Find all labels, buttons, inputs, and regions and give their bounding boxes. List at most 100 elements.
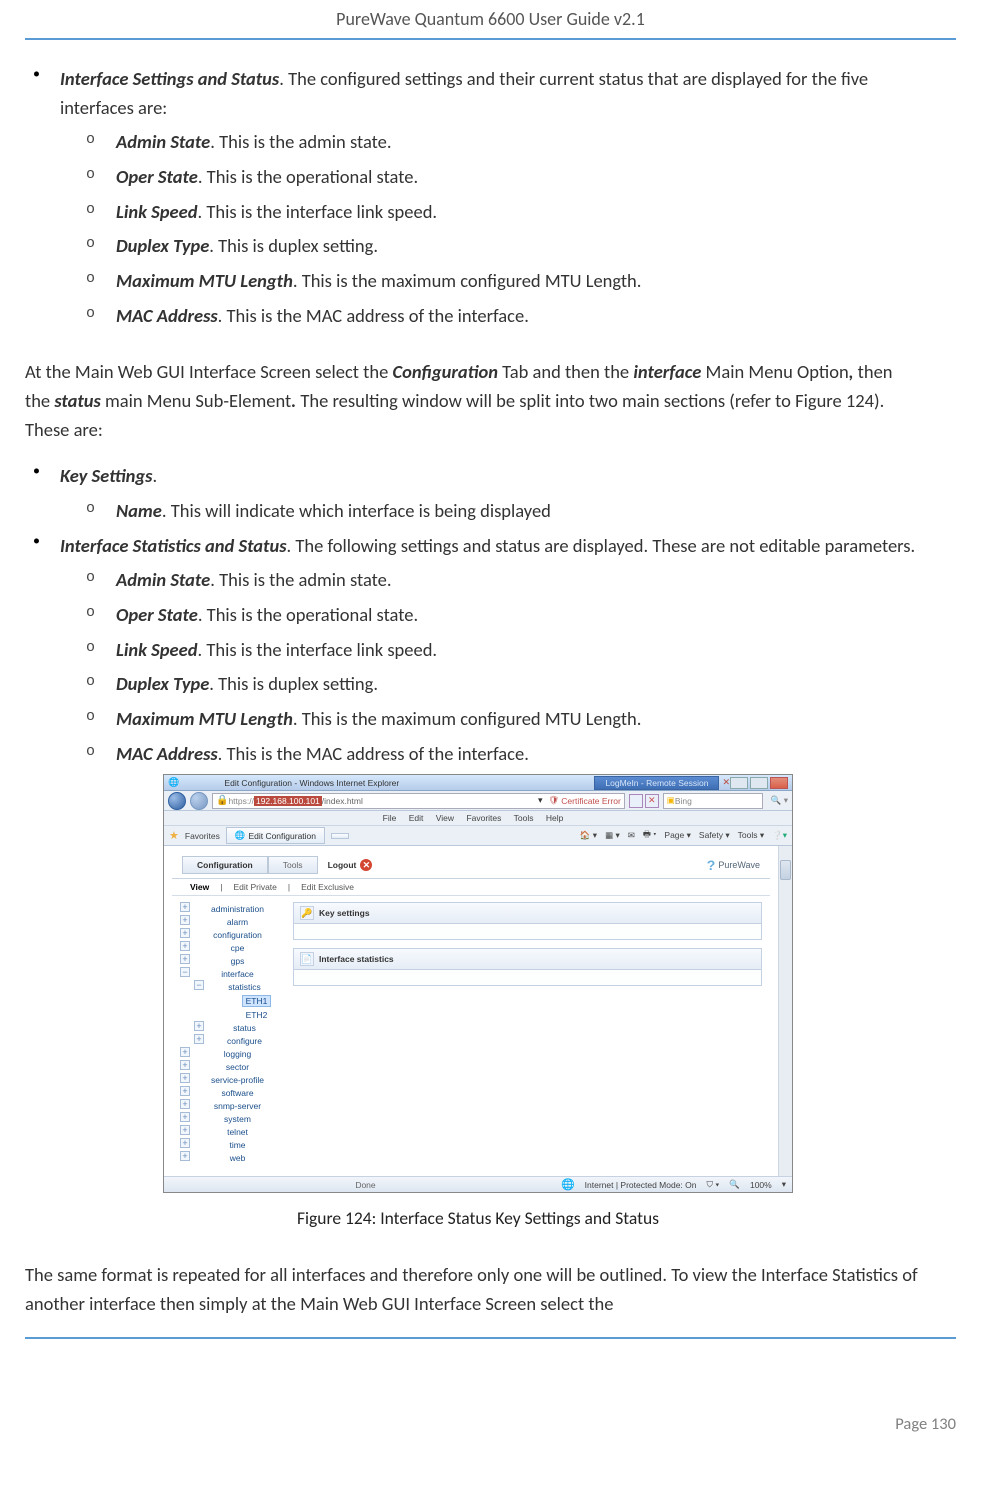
new-tab-button[interactable]	[331, 833, 349, 839]
status-right-group: ⛉ ▾ 🔍 100% ▾	[706, 1179, 786, 1190]
safety-menu[interactable]: Safety ▾	[699, 830, 730, 841]
tree-status[interactable]: status	[194, 1021, 285, 1034]
term: MAC Address	[116, 742, 218, 765]
tab-configuration[interactable]: Configuration	[182, 856, 268, 874]
tree-time[interactable]: time	[180, 1138, 285, 1151]
help-badge-icon[interactable]: ?	[707, 857, 716, 873]
menu-tools[interactable]: Tools	[514, 813, 534, 823]
tree-software[interactable]: software	[180, 1086, 285, 1099]
search-icon[interactable]: 🔍 ▾	[771, 795, 788, 806]
list-item: Key Settings.	[60, 462, 931, 491]
menu-favorites[interactable]: Favorites	[466, 813, 501, 823]
tools-menu[interactable]: Tools ▾	[738, 830, 764, 841]
cert-error-badge[interactable]: 🛡Certificate Error	[548, 795, 620, 806]
term: Duplex Type	[116, 672, 209, 695]
feed-icon[interactable]: ▦ ▾	[605, 830, 620, 841]
globe-icon: 🌐	[561, 1178, 575, 1191]
tree-snmp-server[interactable]: snmp-server	[180, 1099, 285, 1112]
tree-interface[interactable]: interface	[180, 967, 285, 980]
forward-button[interactable]	[190, 792, 208, 810]
minimize-button[interactable]	[730, 777, 748, 789]
print-icon[interactable]: 🖶 ▾	[643, 829, 657, 843]
browser-tab[interactable]: 🌐 Edit Configuration	[226, 827, 325, 844]
help-icon[interactable]: ❔▾	[772, 830, 787, 841]
back-button[interactable]	[168, 792, 186, 810]
menu-edit[interactable]: Edit	[409, 813, 424, 823]
subtab-edit-exclusive[interactable]: Edit Exclusive	[297, 882, 358, 892]
zoom-icon[interactable]: 🔍	[729, 1179, 740, 1190]
panel-interface-statistics: 📄 Interface statistics	[293, 948, 762, 986]
app-top-bar: Configuration Tools Logout ✕ ? PureWave	[172, 852, 770, 879]
tree-service-profile[interactable]: service-profile	[180, 1073, 285, 1086]
term: interface	[633, 360, 701, 383]
desc: . This is the maximum configured MTU Len…	[293, 269, 642, 292]
tab-icon: 🌐	[235, 830, 246, 841]
tree-alarm[interactable]: alarm	[180, 915, 285, 928]
panel-header[interactable]: 📄 Interface statistics	[293, 948, 762, 970]
tree-system[interactable]: system	[180, 1112, 285, 1125]
term: Interface Statistics and Status	[60, 534, 287, 557]
page-number: Page 130	[895, 1414, 956, 1434]
figure-ref: Figure 124	[795, 389, 874, 412]
tree-web[interactable]: web	[180, 1151, 285, 1164]
key-icon: 🔑	[300, 906, 314, 920]
cert-text: Certificate Error	[561, 796, 621, 806]
stop-button[interactable]: ✕	[645, 794, 659, 808]
trailing-paragraph: The same format is repeated for all inte…	[25, 1261, 931, 1318]
browser-menu-bar: File Edit View Favorites Tools Help	[164, 811, 792, 826]
sub-list: Admin State. This is the admin state. Op…	[60, 566, 931, 768]
search-box[interactable]: ▣ Bing	[663, 793, 763, 809]
term: status	[54, 389, 100, 412]
doc-title: PureWave Quantum 6600 User Guide v2.1	[336, 8, 645, 30]
tree-sector[interactable]: sector	[180, 1060, 285, 1073]
panel-header[interactable]: 🔑 Key settings	[293, 902, 762, 924]
tree-configure[interactable]: configure	[194, 1034, 285, 1047]
tree-administration[interactable]: administration	[180, 902, 285, 915]
close-button[interactable]	[770, 777, 788, 789]
figure-container: 🌐 Edit Configuration - Windows Internet …	[25, 774, 931, 1229]
subtab-edit-private[interactable]: Edit Private	[229, 882, 280, 892]
tree-eth1[interactable]: ETH1	[218, 993, 285, 1008]
txt: main Menu Sub-Element	[101, 389, 291, 412]
tree-cpe[interactable]: cpe	[180, 941, 285, 954]
zoom-dropdown-icon[interactable]: ▾	[782, 1179, 786, 1190]
home-icon[interactable]: 🏠 ▾	[580, 830, 597, 841]
tab-tools[interactable]: Tools	[268, 856, 318, 874]
tree-gps[interactable]: gps	[180, 954, 285, 967]
tree-logging[interactable]: logging	[180, 1047, 285, 1060]
middle-paragraph: At the Main Web GUI Interface Screen sel…	[25, 358, 931, 444]
term: Link Speed	[116, 638, 198, 661]
term: Admin State	[116, 568, 210, 591]
favorites-star-icon[interactable]: ★	[169, 829, 179, 842]
tree-telnet[interactable]: telnet	[180, 1125, 285, 1138]
term: Name	[116, 499, 162, 522]
status-protected-mode: Internet | Protected Mode: On	[585, 1180, 697, 1190]
tree-configuration[interactable]: configuration	[180, 928, 285, 941]
desc: . This is the admin state.	[210, 130, 391, 153]
term: MAC Address	[116, 304, 218, 327]
logout-button[interactable]: Logout ✕	[318, 856, 383, 874]
menu-help[interactable]: Help	[546, 813, 563, 823]
search-provider: Bing	[675, 796, 692, 806]
mail-icon[interactable]: ✉	[628, 830, 635, 841]
url-scheme: https://	[228, 796, 254, 806]
figure-screenshot: 🌐 Edit Configuration - Windows Internet …	[163, 774, 793, 1193]
menu-file[interactable]: File	[383, 813, 397, 823]
subtab-view[interactable]: View	[186, 882, 213, 892]
maximize-button[interactable]	[750, 777, 768, 789]
scrollbar-thumb[interactable]	[780, 860, 791, 880]
page-menu[interactable]: Page ▾	[664, 830, 691, 841]
brand-name: PureWave	[718, 860, 760, 870]
dropdown-icon[interactable]: ▾	[538, 795, 543, 806]
url-field[interactable]: 🔒 https://192.168.100.101/index.html ▾ 🛡…	[212, 793, 625, 809]
refresh-button[interactable]	[629, 794, 643, 808]
tree-eth2[interactable]: ETH2	[218, 1008, 285, 1021]
favorites-label[interactable]: Favorites	[185, 831, 220, 841]
vertical-scrollbar[interactable]	[778, 846, 792, 1176]
app-sub-tabs: View | Edit Private | Edit Exclusive	[172, 879, 770, 896]
url-path: /index.html	[322, 796, 363, 806]
menu-view[interactable]: View	[436, 813, 454, 823]
tree-statistics[interactable]: statistics	[194, 980, 285, 993]
status-done: Done	[170, 1180, 561, 1190]
logout-icon: ✕	[360, 859, 372, 871]
